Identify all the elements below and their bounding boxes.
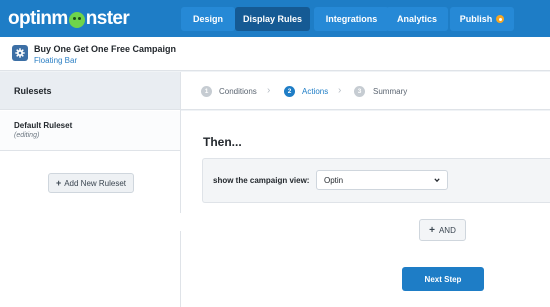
and-label: AND bbox=[438, 225, 456, 235]
publish-status-icon bbox=[496, 15, 505, 23]
action-rule-row: show the campaign view: Optin bbox=[202, 158, 550, 203]
nav-tab-label: Display Rules bbox=[242, 14, 303, 24]
step-actions[interactable]: Actions bbox=[302, 87, 328, 96]
nav-tab-label: Analytics bbox=[396, 14, 438, 24]
step-progress-bar: 1 Conditions › 2 Actions › 3 Summary bbox=[181, 72, 550, 110]
campaign-type: Floating Bar bbox=[34, 56, 78, 65]
gear-icon bbox=[15, 48, 25, 58]
actions-panel: Then... show the campaign view: Optin + … bbox=[181, 111, 550, 307]
add-new-ruleset-button[interactable]: + Add New Ruleset bbox=[48, 173, 134, 193]
nav-tab-label: Integrations bbox=[325, 14, 378, 24]
rulesets-sidebar: Rulesets Default Ruleset (editing) + Add… bbox=[0, 72, 181, 307]
plus-icon: + bbox=[55, 178, 62, 188]
campaign-title: Buy One Get One Free Campaign bbox=[34, 44, 177, 54]
nav-tab-publish[interactable]: Publish bbox=[450, 7, 514, 31]
chevron-down-icon bbox=[434, 178, 440, 183]
nav-tab-label: Publish bbox=[459, 14, 493, 24]
logo-text-start: optinm bbox=[8, 8, 68, 29]
optinmonster-logo[interactable]: optinm nster bbox=[8, 7, 130, 31]
ruleset-item-default[interactable]: Default Ruleset (editing) bbox=[0, 111, 180, 151]
nav-tab-display-rules[interactable]: Display Rules bbox=[235, 7, 310, 31]
ruleset-name: Default Ruleset bbox=[14, 121, 73, 130]
rulesets-header: Rulesets bbox=[0, 72, 180, 110]
chevron-right-icon: › bbox=[338, 85, 342, 96]
nav-tab-integrations[interactable]: Integrations bbox=[314, 7, 389, 31]
ruleset-status: (editing) bbox=[14, 132, 40, 139]
next-step-button[interactable]: Next Step bbox=[402, 267, 484, 291]
step-number-summary[interactable]: 3 bbox=[354, 86, 365, 97]
logo-text-end: nster bbox=[85, 8, 130, 29]
step-number-conditions[interactable]: 1 bbox=[201, 86, 212, 97]
add-and-condition-button[interactable]: + AND bbox=[419, 219, 466, 241]
nav-tab-analytics[interactable]: Analytics bbox=[386, 7, 448, 31]
nav-tab-label: Design bbox=[192, 14, 223, 24]
campaign-view-select[interactable]: Optin bbox=[316, 170, 448, 190]
top-navigation-bar: optinm nster Design Display Rules Integra… bbox=[0, 0, 550, 37]
nav-tab-design[interactable]: Design bbox=[181, 7, 235, 31]
add-ruleset-label: Add New Ruleset bbox=[64, 178, 127, 188]
step-summary[interactable]: Summary bbox=[373, 87, 407, 96]
step-number-actions[interactable]: 2 bbox=[284, 86, 295, 97]
plus-icon: + bbox=[429, 224, 435, 236]
campaign-view-value: Optin bbox=[324, 176, 344, 185]
monster-mascot-icon bbox=[68, 12, 85, 28]
step-conditions[interactable]: Conditions bbox=[219, 87, 257, 96]
then-heading: Then... bbox=[203, 135, 242, 149]
next-step-label: Next Step bbox=[424, 274, 462, 284]
campaign-header: Buy One Get One Free Campaign Floating B… bbox=[0, 37, 550, 71]
chevron-right-icon: › bbox=[267, 85, 271, 96]
action-rule-label: show the campaign view: bbox=[213, 176, 310, 185]
rulesets-heading: Rulesets bbox=[14, 86, 52, 96]
campaign-settings-button[interactable] bbox=[12, 45, 28, 61]
